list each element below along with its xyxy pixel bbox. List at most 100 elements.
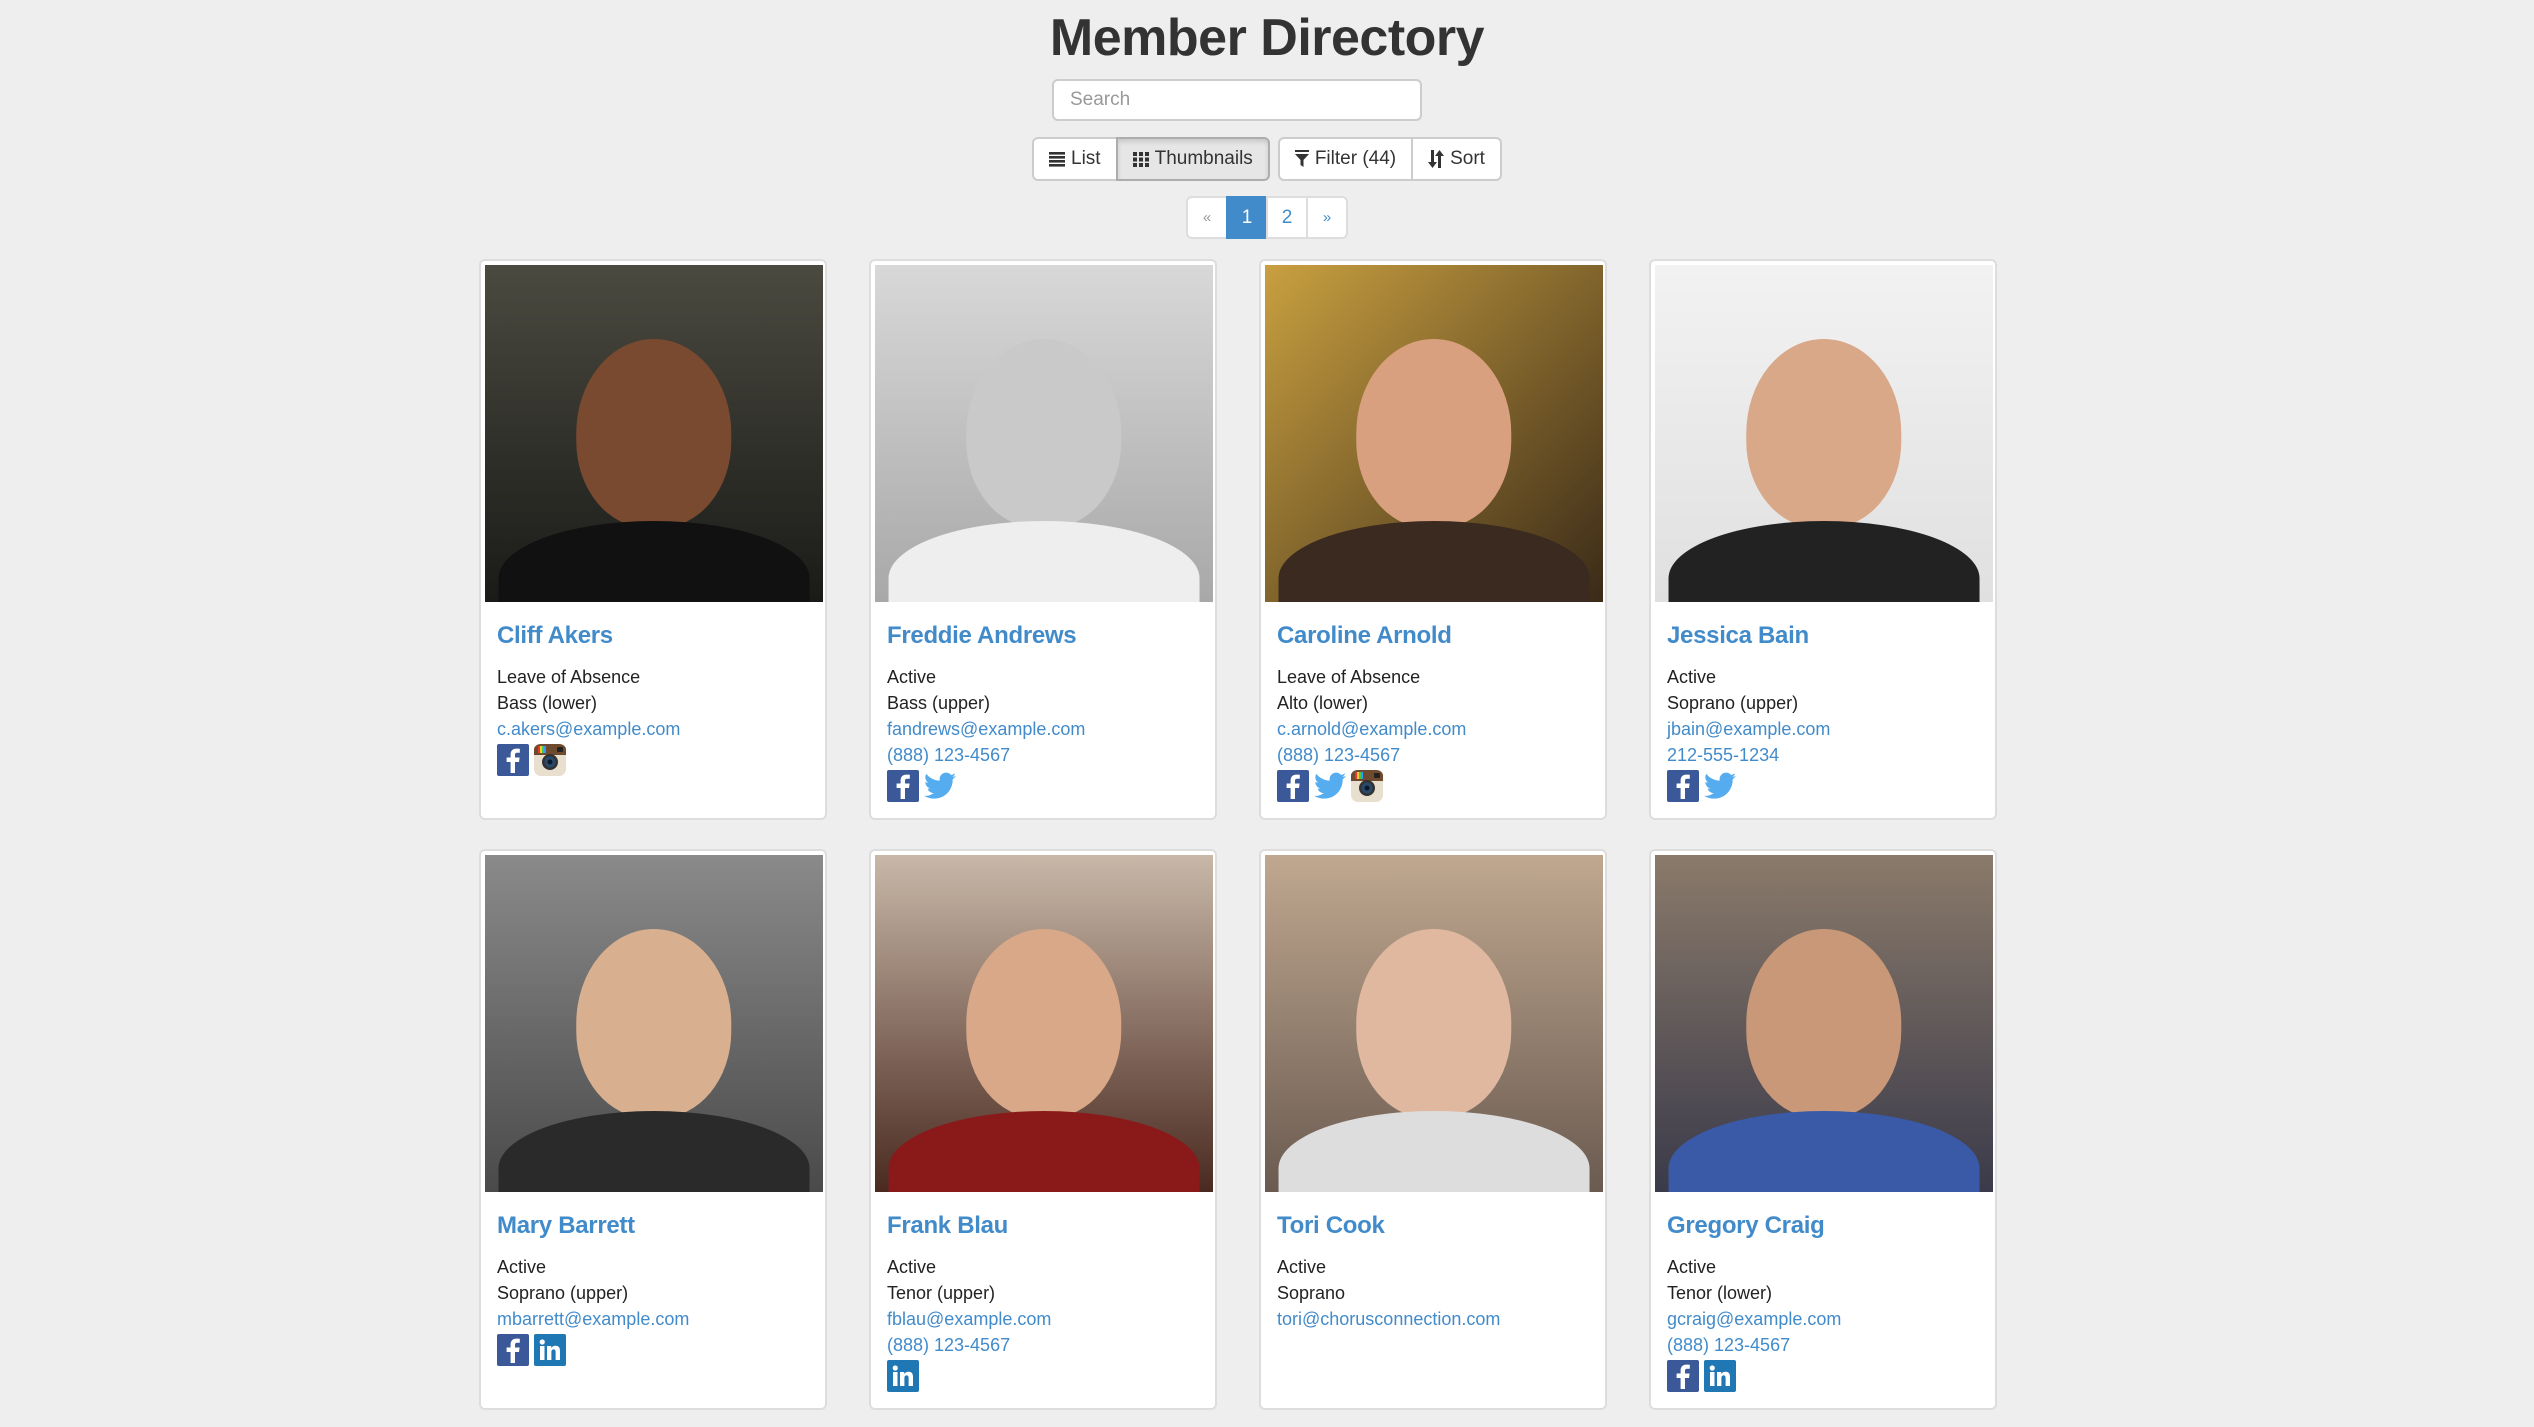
photo-head-shape <box>1746 339 1902 528</box>
search-input[interactable] <box>1052 79 1422 121</box>
member-card: Tori Cook Active Soprano tori@chorusconn… <box>1259 849 1607 1410</box>
member-voice-part: Alto (lower) <box>1277 693 1369 713</box>
member-photo[interactable] <box>1265 855 1603 1192</box>
member-name[interactable]: Jessica Bain <box>1667 622 1809 650</box>
facebook-icon[interactable] <box>1667 770 1699 802</box>
member-voice-part: Bass (upper) <box>887 693 991 713</box>
member-phone[interactable]: (888) 123-4567 <box>887 742 1199 768</box>
twitter-icon[interactable] <box>1314 770 1346 802</box>
pagination-page-2[interactable]: 2 <box>1266 196 1308 239</box>
photo-body-shape <box>498 1111 810 1192</box>
member-phone[interactable]: (888) 123-4567 <box>887 1332 1199 1358</box>
facebook-icon[interactable] <box>1667 1360 1699 1392</box>
facebook-icon[interactable] <box>497 744 529 776</box>
member-email[interactable]: c.arnold@example.com <box>1277 716 1589 742</box>
member-voice-part: Soprano (upper) <box>1667 693 1799 713</box>
member-phone[interactable]: 212-555-1234 <box>1667 742 1979 768</box>
photo-head-shape <box>576 929 732 1118</box>
member-card: Caroline Arnold Leave of Absence Alto (l… <box>1259 259 1607 820</box>
member-name[interactable]: Tori Cook <box>1277 1212 1385 1240</box>
member-photo[interactable] <box>1265 265 1603 602</box>
sort-icon <box>1428 150 1445 168</box>
member-caption: Caroline Arnold Leave of Absence Alto (l… <box>1265 602 1601 802</box>
member-email[interactable]: fblau@example.com <box>887 1306 1199 1332</box>
member-name[interactable]: Cliff Akers <box>497 622 613 650</box>
twitter-icon[interactable] <box>924 770 956 802</box>
member-card: Freddie Andrews Active Bass (upper) fand… <box>869 259 1217 820</box>
member-name[interactable]: Gregory Craig <box>1667 1212 1825 1240</box>
member-socials <box>1667 1360 1979 1392</box>
photo-body-shape <box>498 521 810 602</box>
member-grid: Cliff Akers Leave of Absence Bass (lower… <box>479 259 1999 1410</box>
member-status: Active <box>887 667 937 687</box>
photo-body-shape <box>1278 1111 1590 1192</box>
pagination: « 1 2 » <box>0 196 2534 239</box>
member-caption: Freddie Andrews Active Bass (upper) fand… <box>875 602 1211 802</box>
toolbar: List Thumbnails Filter (44) Sort <box>0 137 2534 181</box>
instagram-icon[interactable] <box>534 744 566 776</box>
member-email[interactable]: tori@chorusconnection.com <box>1277 1306 1589 1332</box>
member-photo[interactable] <box>485 265 823 602</box>
filter-icon <box>1294 150 1309 168</box>
member-photo[interactable] <box>1655 855 1993 1192</box>
member-socials <box>1277 770 1589 802</box>
member-email[interactable]: c.akers@example.com <box>497 716 809 742</box>
thumbnails-view-label: Thumbnails <box>1154 148 1253 169</box>
list-view-label: List <box>1071 148 1101 169</box>
member-card: Gregory Craig Active Tenor (lower) gcrai… <box>1649 849 1997 1410</box>
view-toggle-group: List Thumbnails <box>1032 137 1270 181</box>
instagram-icon[interactable] <box>1351 770 1383 802</box>
photo-head-shape <box>1356 339 1512 528</box>
member-name[interactable]: Mary Barrett <box>497 1212 635 1240</box>
twitter-icon[interactable] <box>1704 770 1736 802</box>
member-socials <box>887 770 1199 802</box>
member-email[interactable]: jbain@example.com <box>1667 716 1979 742</box>
page-title: Member Directory <box>1049 9 1485 67</box>
linkedin-icon[interactable] <box>887 1360 919 1392</box>
member-caption: Frank Blau Active Tenor (upper) fblau@ex… <box>875 1192 1211 1392</box>
member-photo[interactable] <box>485 855 823 1192</box>
pagination-page-1[interactable]: 1 <box>1226 196 1268 239</box>
photo-body-shape <box>1668 521 1980 602</box>
linkedin-icon[interactable] <box>1704 1360 1736 1392</box>
member-photo[interactable] <box>1655 265 1993 602</box>
facebook-icon[interactable] <box>497 1334 529 1366</box>
photo-body-shape <box>1668 1111 1980 1192</box>
action-group: Filter (44) Sort <box>1277 137 1502 181</box>
member-voice-part: Tenor (upper) <box>887 1283 996 1303</box>
pagination-next[interactable]: » <box>1306 196 1348 239</box>
linkedin-icon[interactable] <box>534 1334 566 1366</box>
member-name[interactable]: Caroline Arnold <box>1277 622 1452 650</box>
member-status: Active <box>497 1257 547 1277</box>
member-status: Leave of Absence <box>1277 667 1421 687</box>
member-phone[interactable]: (888) 123-4567 <box>1667 1332 1979 1358</box>
member-caption: Cliff Akers Leave of Absence Bass (lower… <box>485 602 821 776</box>
member-name[interactable]: Freddie Andrews <box>887 622 1077 650</box>
photo-head-shape <box>1356 929 1512 1118</box>
member-phone[interactable]: (888) 123-4567 <box>1277 742 1589 768</box>
photo-head-shape <box>1746 929 1902 1118</box>
sort-button[interactable]: Sort <box>1411 137 1502 181</box>
member-email[interactable]: mbarrett@example.com <box>497 1306 809 1332</box>
list-view-button[interactable]: List <box>1032 137 1118 181</box>
pagination-prev[interactable]: « <box>1186 196 1228 239</box>
member-voice-part: Tenor (lower) <box>1667 1283 1773 1303</box>
member-photo[interactable] <box>875 265 1213 602</box>
thumbnails-view-button[interactable]: Thumbnails <box>1115 137 1270 181</box>
member-voice-part: Soprano (upper) <box>497 1283 629 1303</box>
member-socials <box>887 1360 1199 1392</box>
member-caption: Tori Cook Active Soprano tori@chorusconn… <box>1265 1192 1601 1334</box>
member-status: Active <box>1277 1257 1327 1277</box>
facebook-icon[interactable] <box>1277 770 1309 802</box>
facebook-icon[interactable] <box>887 770 919 802</box>
member-card: Frank Blau Active Tenor (upper) fblau@ex… <box>869 849 1217 1410</box>
photo-body-shape <box>888 521 1200 602</box>
member-photo[interactable] <box>875 855 1213 1192</box>
member-email[interactable]: gcraig@example.com <box>1667 1306 1979 1332</box>
member-voice-part: Soprano <box>1277 1283 1346 1303</box>
member-card: Cliff Akers Leave of Absence Bass (lower… <box>479 259 827 820</box>
member-email[interactable]: fandrews@example.com <box>887 716 1199 742</box>
member-caption: Jessica Bain Active Soprano (upper) jbai… <box>1655 602 1991 802</box>
member-name[interactable]: Frank Blau <box>887 1212 1008 1240</box>
filter-button[interactable]: Filter (44) <box>1277 137 1414 181</box>
